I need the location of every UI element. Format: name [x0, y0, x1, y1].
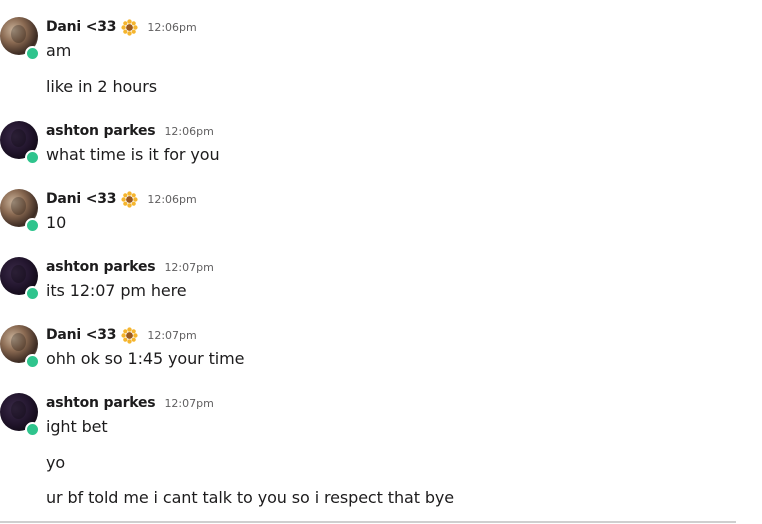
- author-name[interactable]: Dani <33: [46, 191, 117, 207]
- timestamp[interactable]: 12:07pm: [164, 397, 213, 410]
- author-name[interactable]: Dani <33: [46, 327, 117, 343]
- message-text: yo: [46, 453, 66, 472]
- online-status-icon: [25, 354, 40, 369]
- online-status-icon: [25, 422, 40, 437]
- message-text: its 12:07 pm here: [46, 281, 187, 300]
- composer-divider: [0, 521, 736, 523]
- timestamp[interactable]: 12:06pm: [164, 125, 213, 138]
- timestamp[interactable]: 12:07pm: [164, 261, 213, 274]
- online-status-icon: [25, 46, 40, 61]
- message-text: ur bf told me i cant talk to you so i re…: [46, 488, 455, 507]
- author-name[interactable]: ashton parkes: [46, 123, 156, 139]
- message-text: like in 2 hours: [46, 77, 157, 96]
- online-status-icon: [25, 150, 40, 165]
- sunflower-icon: [121, 326, 138, 344]
- message-text: 10: [46, 213, 67, 232]
- online-status-icon: [25, 286, 40, 301]
- timestamp[interactable]: 12:07pm: [147, 329, 196, 342]
- author-name[interactable]: Dani <33: [46, 19, 117, 35]
- timestamp[interactable]: 12:06pm: [147, 193, 196, 206]
- sunflower-icon: [121, 18, 138, 36]
- message-list: Dani <33 12:06pm am like in 2 hours asht…: [0, 0, 762, 524]
- sunflower-icon: [121, 190, 138, 208]
- author-name[interactable]: ashton parkes: [46, 259, 156, 275]
- message-text: ohh ok so 1:45 your time: [46, 349, 245, 368]
- online-status-icon: [25, 218, 40, 233]
- message-text: ight bet: [46, 417, 108, 436]
- message-text: what time is it for you: [46, 145, 220, 164]
- author-name[interactable]: ashton parkes: [46, 395, 156, 411]
- message-text: am: [46, 41, 72, 60]
- timestamp[interactable]: 12:06pm: [147, 21, 196, 34]
